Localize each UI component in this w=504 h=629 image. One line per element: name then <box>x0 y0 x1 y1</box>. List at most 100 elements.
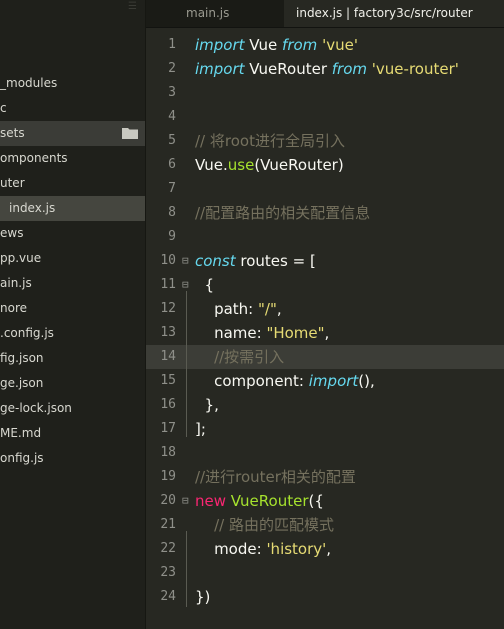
code-line[interactable]: ]; <box>195 417 206 441</box>
code-token: , <box>324 324 330 342</box>
sidebar-item[interactable]: ME.md <box>0 421 145 446</box>
code-line[interactable]: // 路由的匹配模式 <box>195 513 334 537</box>
code-line[interactable]: //进行router相关的配置 <box>195 465 356 489</box>
code-token: const <box>195 252 236 270</box>
line-number: 7 <box>168 181 176 196</box>
line-number: 8 <box>168 205 176 220</box>
code-token: from <box>331 60 368 78</box>
sidebar-item[interactable]: uter <box>0 171 145 196</box>
fold-toggle-icon[interactable]: ⊟ <box>182 249 191 273</box>
code-line[interactable]: const routes = [ <box>195 249 316 273</box>
code-line[interactable]: component: import(), <box>195 369 375 393</box>
code-token: // 将root进行全局引入 <box>195 132 345 150</box>
code-token: "/" <box>258 300 277 318</box>
code-token: , <box>276 300 282 318</box>
sidebar-item[interactable]: c <box>0 96 145 121</box>
editor-window: ☰ _modulesc sets omponents uter index.js ews p… <box>0 0 504 629</box>
sidebar-item-label: c <box>0 101 7 115</box>
sidebar-item[interactable]: omponents <box>0 146 145 171</box>
code-token: //按需引入 <box>214 348 285 366</box>
sidebar-item[interactable]: .config.js <box>0 321 145 346</box>
code-line[interactable]: path: "/", <box>195 297 282 321</box>
sidebar-item[interactable]: pp.vue <box>0 246 145 271</box>
code-token: ({ <box>308 492 324 510</box>
tab-label: index.js | factory3c/src/router <box>296 6 473 20</box>
line-number: 10 <box>160 253 176 268</box>
code-token: name: <box>195 324 267 342</box>
sidebar-item-label: index.js <box>9 201 56 215</box>
code-token: VueRouter <box>230 492 309 510</box>
line-number: 2 <box>168 61 176 76</box>
sidebar-item-label: nore <box>0 301 27 315</box>
code-token: import <box>195 36 245 54</box>
code-token: Vue. <box>195 156 228 174</box>
code-line[interactable]: Vue.use(VueRouter) <box>195 153 344 177</box>
code-token: "Home" <box>266 324 325 342</box>
code-token: //进行router相关的配置 <box>195 468 356 486</box>
tab-main-js[interactable]: main.js <box>186 0 229 27</box>
code-line[interactable]: // 将root进行全局引入 <box>195 129 345 153</box>
sidebar-item-label: onfig.js <box>0 451 44 465</box>
code-line[interactable]: { <box>195 273 215 297</box>
code-line[interactable]: mode: 'history', <box>195 537 331 561</box>
code-token: import <box>195 60 245 78</box>
line-number: 22 <box>160 541 176 556</box>
code-token: ]; <box>195 420 206 438</box>
code-line[interactable]: //配置路由的相关配置信息 <box>195 201 370 225</box>
code-editor[interactable]: 1 import Vue from 'vue' 2 import VueRouter … <box>146 28 504 629</box>
code-token: 'vue-router' <box>371 60 459 78</box>
line-number: 18 <box>160 445 176 460</box>
sidebar-item[interactable]: index.js <box>0 196 145 221</box>
sidebar-item-label: ge-lock.json <box>0 401 72 415</box>
code-line[interactable]: import VueRouter from 'vue-router' <box>195 57 459 81</box>
code-token: Vue <box>244 36 283 54</box>
sidebar-item-label: ain.js <box>0 276 32 290</box>
sidebar-item[interactable]: ge-lock.json <box>0 396 145 421</box>
code-token: 'vue' <box>322 36 358 54</box>
sidebar-item-label: sets <box>0 126 25 140</box>
line-number: 4 <box>168 109 176 124</box>
code-line[interactable]: }, <box>195 393 219 417</box>
code-token: (VueRouter) <box>254 156 344 174</box>
line-number: 12 <box>160 301 176 316</box>
line-number: 11 <box>160 277 176 292</box>
line-number: 5 <box>168 133 176 148</box>
line-number: 15 <box>160 373 176 388</box>
line-number: 1 <box>168 37 176 52</box>
sidebar-item-label: ews <box>0 226 24 240</box>
code-token: }, <box>195 396 219 414</box>
sidebar-item[interactable]: fig.json <box>0 346 145 371</box>
sidebar-item[interactable]: _modules <box>0 71 145 96</box>
code-token: // 路由的匹配模式 <box>214 516 334 534</box>
code-line[interactable]: new VueRouter({ <box>195 489 324 513</box>
sidebar-item-label: .config.js <box>0 326 54 340</box>
sidebar-item-label: pp.vue <box>0 251 42 265</box>
code-token: { <box>195 276 215 294</box>
sidebar-item[interactable]: ews <box>0 221 145 246</box>
code-token: import <box>308 372 359 390</box>
code-line[interactable]: //按需引入 <box>195 345 284 369</box>
line-number: 24 <box>160 589 176 604</box>
sidebar-item[interactable]: ge.json <box>0 371 145 396</box>
code-token: routes = [ <box>235 252 316 270</box>
code-token: use <box>227 156 255 174</box>
code-line[interactable]: import Vue from 'vue' <box>195 33 358 57</box>
sidebar-grip-icon[interactable]: ☰ <box>128 2 138 12</box>
sidebar-item[interactable]: onfig.js <box>0 446 145 471</box>
sidebar-item[interactable]: sets <box>0 121 145 146</box>
code-token: component: <box>195 372 309 390</box>
fold-toggle-icon[interactable]: ⊟ <box>182 489 191 513</box>
sidebar-item-label: fig.json <box>0 351 44 365</box>
code-line[interactable]: name: "Home", <box>195 321 329 345</box>
code-line[interactable]: }) <box>195 585 210 609</box>
sidebar-item-label: omponents <box>0 151 68 165</box>
sidebar-item[interactable]: nore <box>0 296 145 321</box>
sidebar-item[interactable]: ain.js <box>0 271 145 296</box>
code-token: from <box>282 36 318 54</box>
line-number: 21 <box>160 517 176 532</box>
line-number: 3 <box>168 85 176 100</box>
tab-index-js[interactable]: index.js | factory3c/src/router <box>284 0 504 27</box>
code-token: , <box>326 540 332 558</box>
sidebar-item-label: uter <box>0 176 25 190</box>
line-number: 19 <box>160 469 176 484</box>
